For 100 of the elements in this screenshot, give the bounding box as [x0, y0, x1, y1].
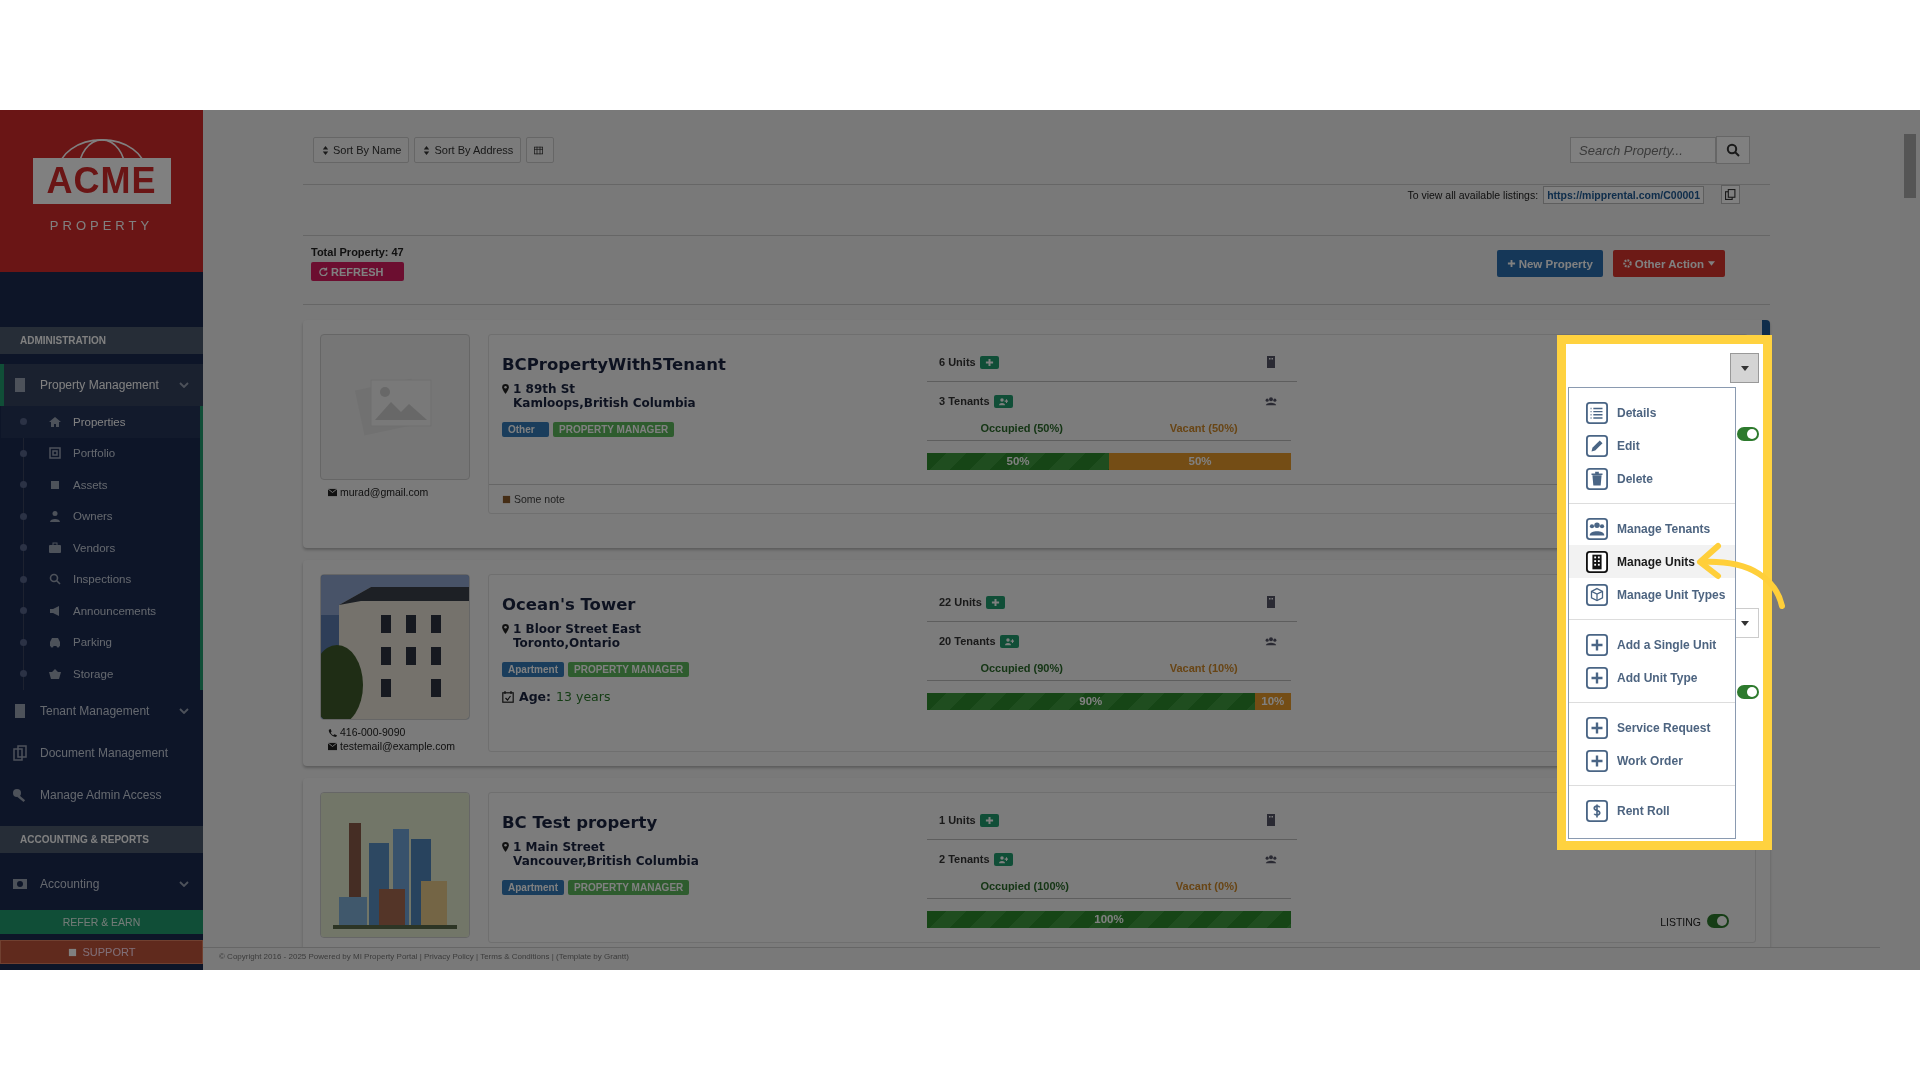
bullet-dot: [20, 607, 27, 615]
caret-icon: [1740, 365, 1749, 371]
property-name[interactable]: BCPropertyWith5Tenant: [502, 355, 927, 374]
sort-icon: [321, 145, 330, 155]
add-unit-button[interactable]: [979, 355, 999, 369]
sidebar-subitem[interactable]: Inspections: [24, 563, 200, 595]
other-action-button[interactable]: Other Action: [1612, 250, 1725, 277]
envelope-icon: [328, 487, 337, 497]
people-icon: [1265, 395, 1277, 407]
tag: PROPERTY MANAGER: [568, 880, 690, 895]
dollar-icon: [1586, 799, 1608, 822]
copy-button[interactable]: [1721, 185, 1740, 204]
plus-icon: [984, 815, 994, 825]
car-icon: [49, 636, 61, 649]
add-tenant-button[interactable]: [993, 852, 1013, 866]
listing-toggle-label: LISTING: [1660, 916, 1701, 928]
sidebar-subitem[interactable]: Announcements: [24, 595, 200, 627]
city-address: Toronto,Ontario: [513, 636, 621, 650]
support-button[interactable]: SUPPORT: [0, 940, 203, 964]
sidebar-subitem[interactable]: Storage: [24, 658, 200, 690]
refresh-icon: [319, 267, 328, 276]
units-count: 1 Units: [939, 814, 976, 826]
occupied-label: Occupied (50%): [980, 422, 1063, 434]
city-address: Kamloops,British Columbia: [513, 396, 696, 410]
age-label: Age:: [519, 689, 552, 704]
sort-icon: [422, 145, 432, 155]
search-field[interactable]: Search Property...: [1570, 137, 1716, 163]
megaphone-icon: [49, 604, 61, 617]
menu-item[interactable]: Manage Unit Types: [1569, 578, 1735, 611]
chevron-icon: [179, 707, 189, 714]
table-icon: [534, 145, 544, 155]
street-address: 1 Main Street: [513, 840, 606, 854]
plus-icon: [1586, 749, 1608, 772]
occupied-bar-fill: 90%: [927, 693, 1255, 710]
street-address: 1 Bloor Street East: [513, 622, 642, 636]
add-unit-button[interactable]: [979, 813, 999, 827]
sidebar-subitem[interactable]: Portfolio: [24, 437, 200, 469]
sidebar-item[interactable]: Manage Admin Access: [0, 773, 203, 816]
bullet-dot: [20, 512, 27, 520]
refresh-button[interactable]: REFRESH: [311, 262, 404, 281]
listing-toggle[interactable]: [1737, 427, 1759, 441]
add-unit-button[interactable]: [985, 595, 1005, 609]
sidebar-item[interactable]: Tenant Management: [0, 689, 203, 732]
list-icon: [1586, 401, 1608, 424]
chevron-icon: [179, 880, 189, 887]
menu-item[interactable]: Add a Single Unit: [1569, 628, 1735, 661]
menu-item[interactable]: Delete: [1569, 462, 1735, 495]
sidebar-subitem[interactable]: Owners: [24, 500, 200, 532]
listing-toggle[interactable]: [1737, 685, 1759, 699]
copy-icon: [1725, 189, 1736, 200]
menu-item[interactable]: Details: [1569, 396, 1735, 429]
add-tenant-button[interactable]: [999, 634, 1019, 648]
menu-item[interactable]: Work Order: [1569, 744, 1735, 777]
sidebar-item[interactable]: Document Management: [0, 731, 203, 774]
tag: PROPERTY MANAGER: [568, 662, 690, 677]
new-property-button[interactable]: New Property: [1496, 250, 1603, 277]
search-icon: [1726, 143, 1740, 157]
sidebar-subitem[interactable]: Parking: [24, 626, 200, 658]
menu-item[interactable]: Edit: [1569, 429, 1735, 462]
menu-item[interactable]: Manage Tenants: [1569, 512, 1735, 545]
property-name[interactable]: Ocean's Tower: [502, 595, 927, 614]
people-icon: [1265, 853, 1277, 865]
add-person-icon: [998, 396, 1008, 406]
add-tenant-button[interactable]: [993, 394, 1013, 408]
map-pin-icon: [502, 384, 509, 394]
vacant-label: Vacant (10%): [1169, 662, 1238, 674]
dropdown-toggle-button[interactable]: [1730, 353, 1759, 383]
vacant-bar-fill: 10%: [1254, 693, 1291, 710]
vacant-label: Vacant (50%): [1169, 422, 1238, 434]
units-count: 6 Units: [939, 356, 976, 368]
grid-view-button[interactable]: [526, 137, 555, 163]
bullet-dot: [20, 481, 27, 489]
map-pin-icon: [502, 842, 509, 852]
gear-icon: [1622, 259, 1632, 268]
people-icon: [1265, 635, 1277, 647]
plus-icon: [990, 597, 1000, 607]
listing-toggle[interactable]: [1707, 914, 1729, 928]
sidebar-item[interactable]: Accounting: [0, 862, 203, 905]
tenants-count: 20 Tenants: [939, 635, 996, 647]
plus-icon: [1586, 666, 1608, 689]
sort-button[interactable]: Sort By Name: [313, 137, 410, 163]
vacant-label: Vacant (0%): [1175, 880, 1238, 892]
refer-button[interactable]: REFER & EARN: [0, 910, 203, 934]
search-button[interactable]: [1716, 136, 1750, 164]
sidebar-subitem[interactable]: Properties: [1, 406, 200, 438]
menu-item[interactable]: Rent Roll: [1569, 794, 1735, 827]
menu-item[interactable]: Service Request: [1569, 711, 1735, 744]
sidebar-item[interactable]: Property Management: [0, 364, 203, 406]
menu-item[interactable]: Manage Units: [1569, 545, 1735, 578]
section-header: ACCOUNTING & REPORTS: [0, 825, 203, 853]
property-name[interactable]: BC Test property: [502, 813, 927, 832]
menu-item[interactable]: Add Unit Type: [1569, 661, 1735, 694]
sort-button[interactable]: Sort By Address: [414, 137, 522, 163]
box-icon: [49, 478, 61, 491]
sidebar-subitem[interactable]: Vendors: [24, 532, 200, 564]
listing-link[interactable]: https://mipprental.com/C00001: [1543, 185, 1704, 204]
documents-icon: [12, 744, 28, 761]
sidebar-subitem[interactable]: Assets: [24, 469, 200, 501]
occupied-bar-fill: 50%: [927, 453, 1109, 470]
occupied-label: Occupied (100%): [980, 880, 1070, 892]
